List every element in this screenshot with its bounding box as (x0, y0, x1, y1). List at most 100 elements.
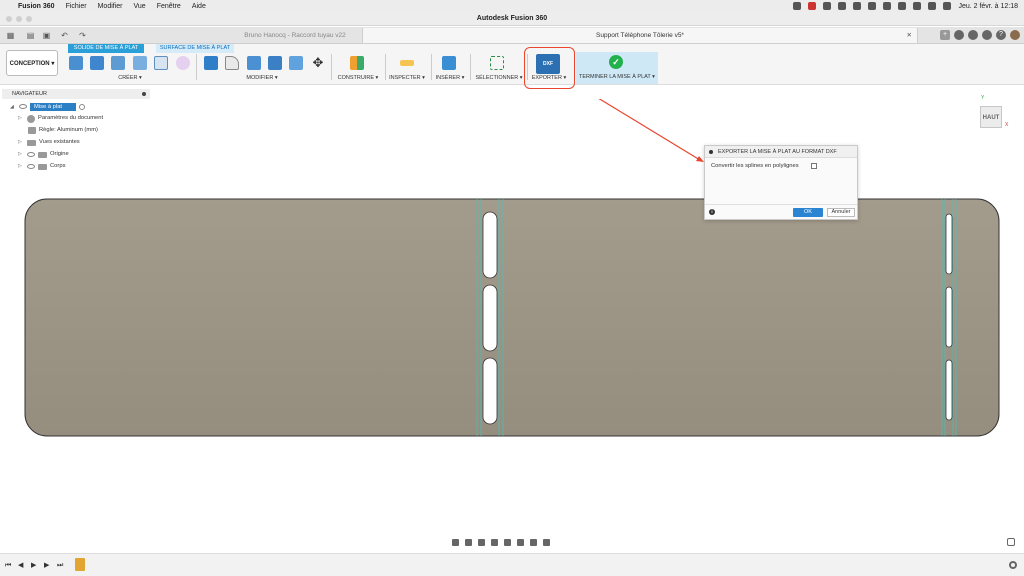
status-icon-2[interactable] (808, 2, 817, 10)
create-menu[interactable]: CRÉER ▾ (110, 75, 150, 81)
tab-flat-solid-label: SOLIDE DE MISE À PLAT (73, 45, 139, 51)
timeline-feature-marker[interactable] (75, 558, 85, 571)
menu-clock[interactable]: Jeu. 2 févr. à 12:18 (958, 3, 1018, 10)
viewport-canvas[interactable] (0, 99, 1024, 534)
slots-left[interactable] (482, 211, 498, 425)
finish-menu[interactable]: TERMINER LA MISE À PLAT ▾ (578, 74, 656, 80)
insert-image-icon[interactable] (442, 56, 456, 70)
bluetooth-icon[interactable] (883, 2, 892, 10)
chamfer-icon[interactable] (247, 56, 261, 70)
status-icon-3[interactable] (823, 2, 832, 10)
inspect-menu[interactable]: INSPECTER ▾ (388, 75, 426, 81)
status-icon-1[interactable] (793, 2, 802, 10)
slots-right[interactable] (945, 213, 953, 421)
minimize-window-button[interactable] (16, 16, 22, 22)
construct-menu[interactable]: CONSTRUIRE ▾ (335, 75, 381, 81)
modify-menu[interactable]: MODIFIER ▾ (240, 75, 284, 81)
finish-flat-pattern-button[interactable]: ✓ TERMINER LA MISE À PLAT ▾ (576, 52, 658, 84)
export-highlight-box (524, 47, 575, 89)
timeline-settings-gear-icon[interactable] (1009, 561, 1017, 569)
undo-icon[interactable]: ↶ (60, 31, 69, 40)
insert-menu-label: INSÉRER (435, 75, 461, 81)
revolve-icon[interactable] (111, 56, 125, 70)
dialog-title[interactable]: EXPORTER LA MISE À PLAT AU FORMAT DXF (705, 146, 857, 158)
close-window-button[interactable] (6, 16, 12, 22)
select-icon[interactable] (490, 56, 504, 70)
tab-raccord-tuyau[interactable]: Bruno Hanocq - Raccord tuyau v22 (228, 28, 362, 43)
status-icon-4[interactable] (838, 2, 847, 10)
workspace-switcher[interactable]: CONCEPTION ▾ (6, 50, 58, 76)
menu-view[interactable]: Vue (134, 3, 146, 10)
form-icon[interactable] (176, 56, 190, 70)
convert-splines-checkbox[interactable] (811, 163, 817, 169)
menu-file[interactable]: Fichier (66, 3, 87, 10)
battery-icon[interactable] (898, 2, 907, 10)
menu-window[interactable]: Fenêtre (157, 3, 181, 10)
display-settings-icon[interactable] (517, 538, 524, 546)
help-icon[interactable]: ? (996, 30, 1006, 40)
step-forward-icon[interactable]: ▶ (44, 562, 50, 569)
status-icon-5[interactable] (853, 2, 862, 10)
headphones-icon[interactable] (868, 2, 877, 10)
move-icon[interactable]: ✥ (311, 56, 325, 70)
new-tab-button[interactable]: + (940, 30, 950, 40)
pan-icon[interactable] (478, 538, 485, 546)
viewports-icon[interactable] (543, 538, 550, 546)
step-back-icon[interactable]: ◀ (18, 562, 24, 569)
shell-icon[interactable] (268, 56, 282, 70)
browser-header[interactable]: NAVIGATEUR (2, 89, 150, 99)
dialog-footer: i OK Annuler (705, 204, 857, 219)
construct-plane-icon[interactable] (350, 56, 364, 70)
orbit-icon[interactable] (452, 538, 459, 546)
menu-app-name[interactable]: Fusion 360 (18, 3, 55, 10)
comments-icon[interactable] (1007, 538, 1015, 546)
grid-menu-icon[interactable]: ▦ (6, 31, 15, 40)
flat-pattern-body[interactable] (24, 198, 1000, 437)
tab-support-telephone[interactable]: Support Téléphone Tôlerie v5* ✕ (362, 28, 918, 43)
insert-menu[interactable]: INSÉRER ▾ (434, 75, 466, 81)
window-controls (6, 16, 32, 22)
extensions-icon[interactable] (954, 30, 964, 40)
hole-icon[interactable] (133, 56, 147, 70)
press-pull-icon[interactable] (204, 56, 218, 70)
wifi-icon[interactable] (913, 2, 922, 10)
close-tab-icon[interactable]: ✕ (907, 28, 912, 43)
go-to-end-icon[interactable]: ⏭ (57, 562, 63, 569)
zoom-icon[interactable] (491, 538, 498, 546)
control-center-icon[interactable] (943, 2, 952, 10)
select-menu[interactable]: SÉLECTIONNER ▾ (474, 75, 524, 81)
file-icon[interactable]: ▤ (26, 31, 35, 40)
menu-help[interactable]: Aide (192, 3, 206, 10)
zoom-window-button[interactable] (26, 16, 32, 22)
fillet-icon[interactable] (225, 56, 239, 70)
notifications-icon[interactable] (982, 30, 992, 40)
go-to-start-icon[interactable]: ⏮ (5, 562, 11, 569)
annotation-arrowhead (696, 156, 704, 162)
play-icon[interactable]: ▶ (31, 562, 37, 569)
tab-flat-solid[interactable]: SOLIDE DE MISE À PLAT (68, 44, 144, 53)
look-at-icon[interactable] (465, 538, 472, 546)
create-sketch-icon[interactable] (69, 56, 83, 70)
cancel-button[interactable]: Annuler (827, 208, 855, 217)
measure-icon[interactable] (400, 60, 414, 66)
pattern-icon[interactable] (154, 56, 168, 70)
view-cube[interactable]: Y HAUT X (977, 95, 1008, 132)
view-cube-top-face[interactable]: HAUT (980, 106, 1002, 128)
menu-edit[interactable]: Modifier (98, 3, 123, 10)
tab-flat-surface[interactable]: SURFACE DE MISE À PLAT (156, 44, 234, 53)
zoom-window-icon[interactable] (504, 538, 511, 546)
ok-button[interactable]: OK (793, 208, 823, 217)
pin-icon[interactable] (142, 92, 146, 96)
combine-icon[interactable] (289, 56, 303, 70)
user-avatar[interactable] (1010, 30, 1020, 40)
view-cube-face-label: HAUT (982, 115, 1000, 121)
save-icon[interactable]: ▣ (42, 31, 51, 40)
grid-settings-icon[interactable] (530, 538, 537, 546)
info-icon[interactable]: i (709, 209, 715, 215)
redo-icon[interactable]: ↷ (78, 31, 87, 40)
job-status-icon[interactable] (968, 30, 978, 40)
search-icon[interactable] (928, 2, 937, 10)
extrude-icon[interactable] (90, 56, 104, 70)
tab-label: Bruno Hanocq - Raccord tuyau v22 (244, 32, 346, 39)
inspect-menu-label: INSPECTER (389, 75, 421, 81)
